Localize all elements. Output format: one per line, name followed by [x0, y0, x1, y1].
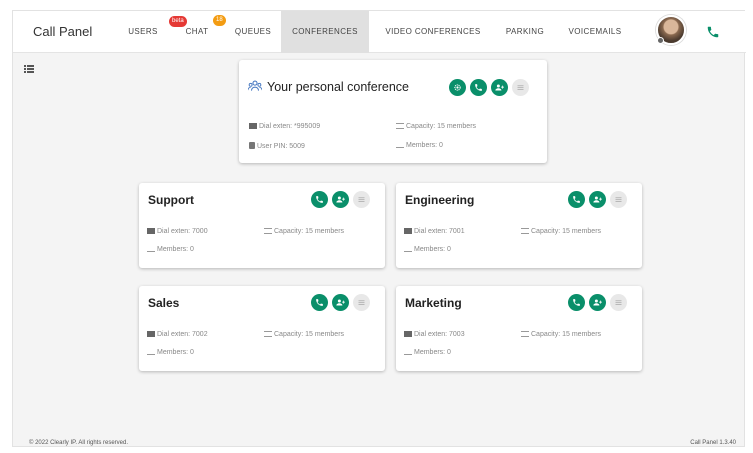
dial-extension: Dial exten: 7003 [404, 331, 465, 338]
dialpad-icon [404, 228, 412, 234]
dialpad-icon [404, 331, 412, 337]
members-count: Members: 0 [147, 349, 194, 356]
conference-card-sales: Sales Dial exten: 7002 Capacity: 15 memb… [139, 286, 385, 371]
invite-member-button[interactable] [589, 191, 606, 208]
conference-card-engineering: Engineering Dial exten: 7001 Capacity: 1… [396, 183, 642, 268]
group-icon [248, 80, 262, 91]
dial-extension: Dial exten: 7000 [147, 228, 208, 235]
capacity: Capacity: 15 members [521, 331, 601, 338]
members-count: Members: 0 [396, 142, 443, 149]
personal-conference-title: Your personal conference [267, 80, 409, 94]
phone-icon [572, 298, 581, 307]
members-list-button[interactable] [353, 191, 370, 208]
user-pin: User PIN: 5009 [249, 142, 305, 150]
tab-conferences[interactable]: CONFERENCES [281, 11, 369, 53]
capacity: Capacity: 15 members [396, 123, 476, 130]
members-icon [147, 349, 155, 355]
phone-icon [572, 195, 581, 204]
phone-icon [315, 298, 324, 307]
capacity-icon [264, 331, 272, 337]
chat-unread-badge: 18 [213, 15, 226, 26]
copyright-text: © 2022 Clearly IP. All rights reserved. [29, 440, 129, 446]
phone-icon [315, 195, 324, 204]
lock-icon [249, 142, 255, 149]
person-add-icon [593, 298, 602, 307]
invite-member-button[interactable] [491, 79, 508, 96]
join-call-button[interactable] [568, 294, 585, 311]
person-add-icon [495, 83, 504, 92]
conference-name: Sales [148, 296, 180, 310]
conference-card-marketing: Marketing Dial exten: 7003 Capacity: 15 … [396, 286, 642, 371]
dialpad-icon [147, 228, 155, 234]
capacity-icon [264, 228, 272, 234]
capacity: Capacity: 15 members [264, 331, 344, 338]
version-text: Call Panel 1.3.40 [690, 440, 736, 446]
dial-extension: Dial exten: 7002 [147, 331, 208, 338]
invite-member-button[interactable] [332, 191, 349, 208]
person-add-icon [336, 195, 345, 204]
person-add-icon [593, 195, 602, 204]
capacity-icon [521, 228, 529, 234]
tab-users[interactable]: USERS [121, 11, 165, 53]
dial-extension: Dial exten: 7001 [404, 228, 465, 235]
list-icon [614, 195, 623, 204]
capacity-icon [521, 331, 529, 337]
list-icon [614, 298, 623, 307]
capacity: Capacity: 15 members [521, 228, 601, 235]
list-icon [357, 298, 366, 307]
dial-extension: Dial exten: *995009 [249, 123, 320, 130]
members-icon [404, 349, 412, 355]
app-frame: Call Panel USERS CHAT beta 18 QUEUES CON… [12, 10, 746, 448]
person-add-icon [336, 298, 345, 307]
phone-icon [474, 83, 483, 92]
capacity: Capacity: 15 members [264, 228, 344, 235]
invite-member-button[interactable] [332, 294, 349, 311]
list-icon [516, 83, 525, 92]
conference-card-support: Support Dial exten: 7000 Capacity: 15 me… [139, 183, 385, 268]
members-list-button[interactable] [610, 294, 627, 311]
join-call-button[interactable] [311, 294, 328, 311]
gear-icon [453, 83, 462, 92]
presence-status-dot [657, 37, 664, 44]
top-navigation-bar: Call Panel USERS CHAT beta 18 QUEUES CON… [13, 11, 746, 53]
list-icon [357, 195, 366, 204]
join-call-button[interactable] [311, 191, 328, 208]
conference-settings-button[interactable] [449, 79, 466, 96]
dialpad-icon [147, 331, 155, 337]
conference-name: Marketing [405, 296, 462, 310]
capacity-icon [396, 123, 404, 129]
tab-queues[interactable]: QUEUES [229, 11, 277, 53]
members-list-button[interactable] [512, 79, 529, 96]
chat-beta-badge: beta [169, 16, 187, 27]
members-count: Members: 0 [147, 246, 194, 253]
personal-conference-card: Your personal conference Dial exten: *99… [239, 60, 547, 163]
tab-video-conferences[interactable]: VIDEO CONFERENCES [379, 11, 487, 53]
members-icon [404, 246, 412, 252]
members-count: Members: 0 [404, 349, 451, 356]
phone-icon[interactable] [706, 25, 720, 39]
members-count: Members: 0 [404, 246, 451, 253]
members-list-button[interactable] [353, 294, 370, 311]
members-icon [396, 142, 404, 148]
tab-voicemails[interactable]: VOICEMAILS [561, 11, 629, 53]
members-icon [147, 246, 155, 252]
members-list-button[interactable] [610, 191, 627, 208]
dialpad-icon [249, 123, 257, 129]
conference-name: Support [148, 193, 194, 207]
join-call-button[interactable] [470, 79, 487, 96]
conference-name: Engineering [405, 193, 475, 207]
footer: © 2022 Clearly IP. All rights reserved. … [13, 440, 746, 448]
tab-parking[interactable]: PARKING [499, 11, 551, 53]
invite-member-button[interactable] [589, 294, 606, 311]
list-view-icon[interactable] [24, 64, 34, 74]
app-title: Call Panel [33, 24, 93, 39]
join-call-button[interactable] [568, 191, 585, 208]
